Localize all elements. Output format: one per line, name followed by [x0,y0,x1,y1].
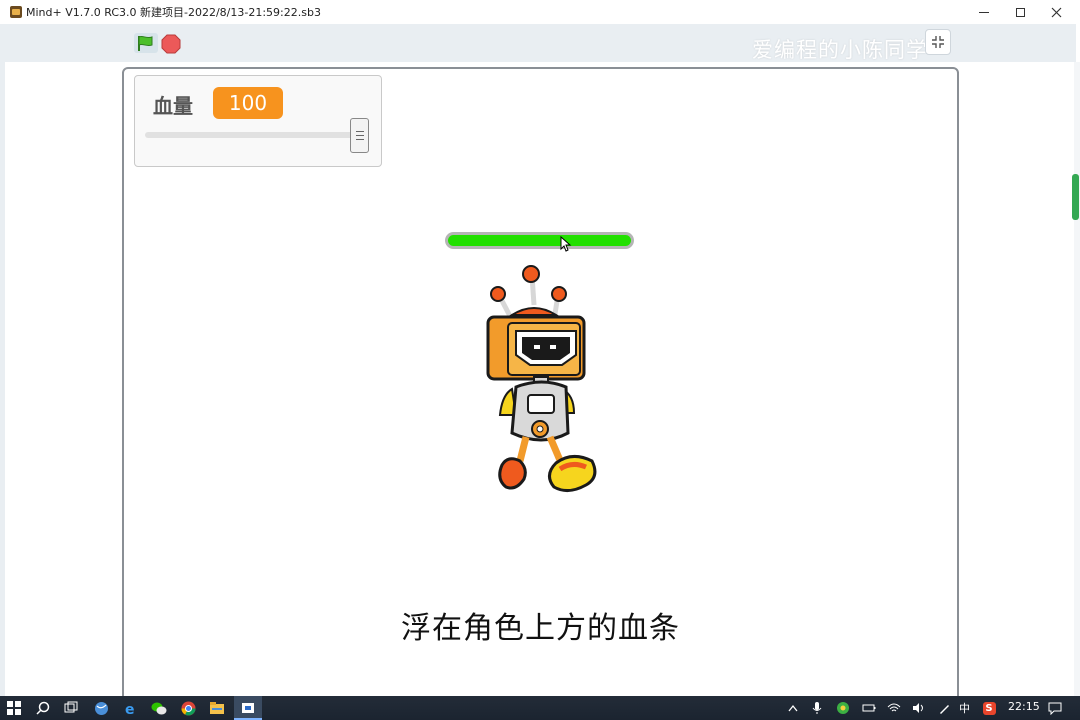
maximize-icon [1015,7,1025,17]
edge-button[interactable]: e [121,699,139,717]
chrome-icon [181,701,195,715]
search-icon [36,701,50,715]
wechat-icon [151,702,167,714]
stop-sign-icon [161,34,181,54]
windows-start-icon [7,701,21,715]
wifi-icon [887,703,901,712]
shrink-stage-icon [932,36,944,48]
chrome-button[interactable] [179,699,197,717]
file-explorer-icon [210,702,224,714]
notification-icon [1048,702,1062,715]
volume-tray-button[interactable] [910,699,928,717]
wifi-tray-button[interactable] [885,699,903,717]
stage-toolbar: 爱编程的小陈同学 [4,24,1076,62]
windows-start-button[interactable] [5,699,23,717]
sogou-ime-button[interactable]: S [980,699,998,717]
svg-text:e: e [125,702,135,716]
stage-caption: 浮在角色上方的血条 [401,611,680,646]
variable-slider-thumb[interactable] [350,118,369,153]
close-button[interactable] [1038,0,1074,24]
chevron-up-icon [788,704,798,712]
green-flag-button[interactable] [133,32,159,54]
mouse-cursor-icon [560,236,572,252]
search-button[interactable] [34,699,52,717]
left-panel-edge [0,24,5,696]
mindplus-app-icon [10,6,22,18]
wechat-button[interactable] [150,699,168,717]
edge-icon: e [125,702,135,716]
minimize-button[interactable] [966,0,1002,24]
green-flag-icon [134,33,158,53]
battery-icon [862,704,876,712]
pen-icon [939,704,949,714]
variable-slider-track[interactable] [145,132,367,138]
stage[interactable]: 血量 100 浮在角色上方的血条 [122,67,959,707]
green-circle-icon [837,702,849,714]
variable-value: 100 [213,87,283,119]
microphone-tray-button[interactable] [808,699,826,717]
health-bar-sprite[interactable] [445,232,634,249]
watermark-text: 爱编程的小陈同学 [752,38,928,62]
clock[interactable]: 22:15 [1008,700,1040,713]
stop-button[interactable] [161,34,181,54]
right-panel-edge [1074,62,1080,696]
battery-tray-button[interactable] [860,699,878,717]
mindplus-taskbar-button[interactable] [239,699,257,717]
tray-app-button[interactable] [834,699,852,717]
windows-taskbar: e 中 S 22:15 [0,696,1080,720]
browser-button[interactable] [92,699,110,717]
ime-indicator[interactable]: 中 [959,700,970,716]
browser-icon [94,701,108,715]
file-explorer-button[interactable] [208,699,226,717]
mindplus-taskbar-icon [242,703,254,713]
variable-label: 血量 [153,94,193,118]
robot-sprite[interactable] [482,265,600,497]
tray-overflow-button[interactable] [784,699,802,717]
scrollbar-thumb[interactable] [1072,174,1079,220]
sogou-ime-icon: S [982,701,996,715]
shrink-stage-button[interactable] [925,29,951,55]
title-bar: Mind+ V1.7.0 RC3.0 新建项目-2022/8/13-21:59:… [0,0,1080,24]
pen-tray-button[interactable] [935,699,953,717]
maximize-button[interactable] [1002,0,1038,24]
health-bar-fill [448,235,631,246]
task-view-button[interactable] [62,699,80,717]
minimize-icon [979,11,989,13]
close-icon [1051,7,1061,17]
volume-icon [913,703,923,713]
task-view-icon [64,701,78,713]
microphone-icon [812,702,822,714]
notification-button[interactable] [1046,699,1064,717]
variable-monitor: 血量 100 [134,75,382,167]
window-title: Mind+ V1.7.0 RC3.0 新建项目-2022/8/13-21:59:… [26,6,321,19]
